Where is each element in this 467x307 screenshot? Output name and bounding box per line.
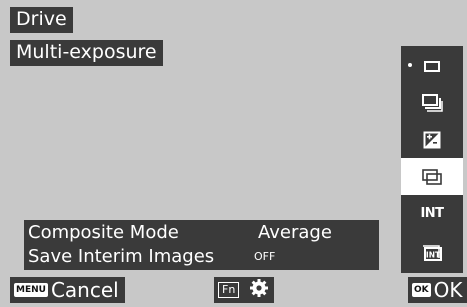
fn-key-icon: Fn [218,282,240,298]
multi-exposure-settings-panel: Composite Mode Average Save Interim Imag… [24,220,379,270]
button-guide-bar: MENU Cancel Fn OK OK [0,274,467,307]
drive-option-interval[interactable]: INT [401,195,463,232]
interval-shooting-icon: INT [420,206,444,221]
current-setting-marker [408,63,412,67]
ok-key-icon: OK [412,283,431,297]
drive-mode-list: INT INT [401,46,463,273]
interval-composite-icon: INT [421,242,443,262]
composite-mode-label: Composite Mode [28,222,179,243]
composite-mode-value: Average [258,222,332,243]
fn-settings-button[interactable]: Fn [214,277,274,303]
cancel-button[interactable]: MENU Cancel [10,277,125,303]
ok-button[interactable]: OK OK [408,277,467,303]
single-frame-icon [423,59,441,73]
selected-mode-label: Multi-exposure [10,40,163,66]
continuous-shooting-icon [421,93,443,113]
drive-option-single-frame[interactable] [401,47,463,84]
ok-label: OK [433,278,463,302]
cancel-label: Cancel [50,278,119,302]
gear-icon [249,278,269,302]
multi-exposure-icon [421,168,443,186]
exposure-bracketing-icon [423,131,441,149]
camera-menu-screen: Drive Multi-exposure INT INT Composite M… [0,0,467,307]
menu-key-icon: MENU [14,283,48,297]
svg-text:INT: INT [426,250,441,259]
drive-option-bracketing[interactable] [401,121,463,158]
drive-option-multi-exposure[interactable] [401,158,463,195]
drive-option-interval-composite[interactable]: INT [401,233,463,270]
drive-option-continuous[interactable] [401,84,463,121]
menu-title: Drive [10,7,73,33]
save-interim-images-value: OFF [254,250,276,263]
save-interim-images-label: Save Interim Images [28,246,215,267]
